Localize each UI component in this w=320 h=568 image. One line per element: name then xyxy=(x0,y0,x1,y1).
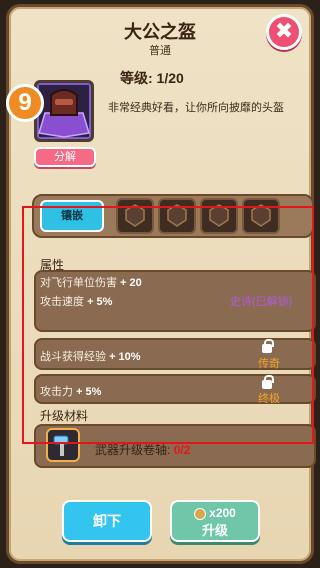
item-icon-frame xyxy=(34,80,94,142)
upgrade-label: 升级 xyxy=(201,523,228,538)
item-level: 等级: 1/20 xyxy=(120,70,184,86)
upgrade-cost-value: x200 xyxy=(209,506,236,520)
upgrade-cost: x200 xyxy=(172,506,258,520)
coin-icon xyxy=(194,507,207,520)
material-count: 0/2 xyxy=(173,443,191,457)
item-description: 非常经典好看，让你所向披靡的头盔 xyxy=(108,102,284,114)
helmet-icon xyxy=(38,89,90,138)
upgrade-button[interactable]: x200 升级 xyxy=(170,500,260,542)
decompose-button[interactable]: 分解 xyxy=(34,147,96,167)
level-badge: 9 xyxy=(6,84,44,122)
highlight-box xyxy=(22,206,314,444)
unequip-button[interactable]: 卸下 xyxy=(62,500,152,542)
close-button[interactable]: ✖ xyxy=(266,14,302,50)
close-icon: ✖ xyxy=(274,18,294,43)
material-name: 武器升级卷轴: xyxy=(95,443,171,457)
